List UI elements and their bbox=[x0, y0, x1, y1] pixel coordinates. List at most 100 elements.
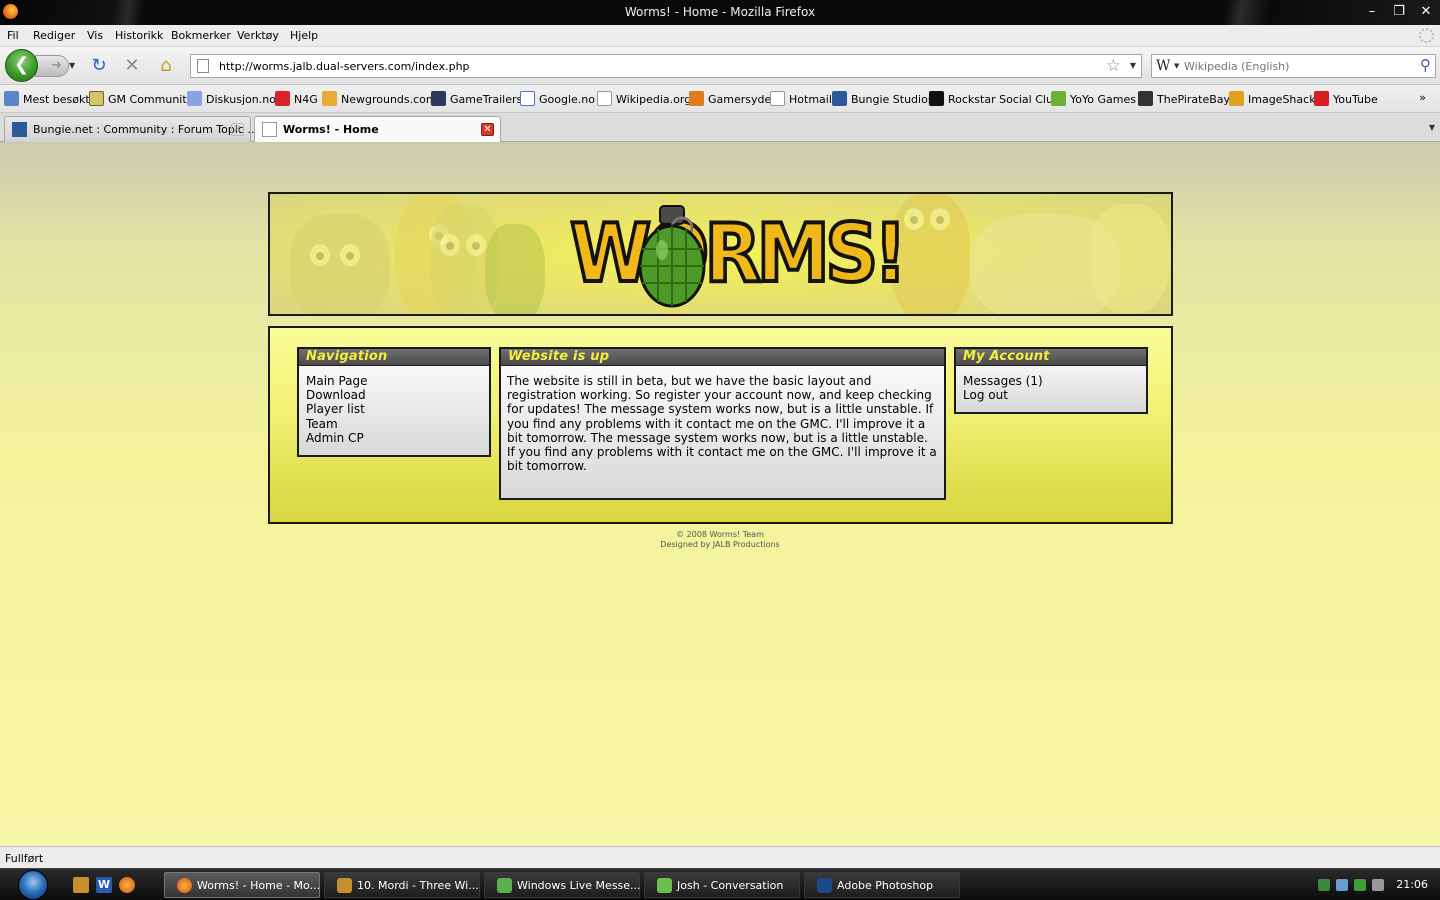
wikipedia-engine-icon[interactable]: W bbox=[1156, 58, 1170, 74]
history-dropdown-icon[interactable]: ▼ bbox=[69, 61, 75, 70]
bookmark-google[interactable]: Google.no bbox=[520, 91, 595, 107]
messenger-tray-icon[interactable] bbox=[1336, 879, 1348, 891]
maximize-button[interactable]: ❐ bbox=[1389, 3, 1409, 21]
taskbar-button-firefox[interactable]: Worms! - Home - Mo... bbox=[164, 872, 320, 898]
tab-bungie[interactable]: Bungie.net : Community : Forum Topic ...… bbox=[4, 116, 258, 142]
bookmark-piratebay[interactable]: ThePirateBay bbox=[1138, 91, 1230, 107]
youtube-icon bbox=[1314, 91, 1329, 106]
address-bar[interactable]: http://worms.jalb.dual-servers.com/index… bbox=[190, 54, 1142, 78]
messenger-icon bbox=[497, 878, 512, 893]
bookmark-newgrounds[interactable]: Newgrounds.com bbox=[322, 91, 437, 107]
news-body: The website is still in beta, but we hav… bbox=[507, 374, 937, 474]
bookmark-gm-community[interactable]: GM Community bbox=[89, 91, 193, 107]
minimize-button[interactable]: – bbox=[1362, 3, 1382, 21]
menu-file[interactable]: Fil bbox=[7, 29, 19, 42]
winamp-icon[interactable] bbox=[73, 877, 89, 893]
rockstar-icon bbox=[929, 91, 944, 106]
worm-decoration bbox=[485, 224, 545, 314]
page-footer: © 2008 Worms! Team Designed by JALB Prod… bbox=[0, 530, 1440, 550]
tray-icon[interactable] bbox=[1318, 879, 1330, 891]
close-tab-icon[interactable]: ✕ bbox=[481, 123, 494, 136]
taskbar-button-winamp[interactable]: 10. Mordi - Three Wi... bbox=[324, 872, 480, 898]
logout-link[interactable]: Log out bbox=[963, 388, 1139, 402]
reload-icon[interactable]: ↻ bbox=[88, 55, 110, 77]
nav-link-download[interactable]: Download bbox=[306, 388, 482, 402]
taskbar-button-conversation[interactable]: Josh - Conversation bbox=[644, 872, 800, 898]
menu-tools[interactable]: Verktøy bbox=[237, 29, 279, 42]
footer-designer: Designed by JALB Productions bbox=[660, 540, 780, 549]
page-icon bbox=[197, 59, 209, 73]
stop-icon[interactable]: ✕ bbox=[121, 55, 143, 77]
url-dropdown-icon[interactable]: ▼ bbox=[1130, 61, 1136, 70]
forward-button[interactable]: ➜ bbox=[35, 55, 69, 77]
bookmark-imageshack[interactable]: ImageShack bbox=[1229, 91, 1316, 107]
tab-list-dropdown-icon[interactable]: ▼ bbox=[1429, 123, 1435, 132]
messages-link[interactable]: Messages (1) bbox=[963, 374, 1139, 388]
firefox-quicklaunch-icon[interactable] bbox=[119, 877, 135, 893]
tab-bar: Bungie.net : Community : Forum Topic ...… bbox=[0, 113, 1440, 142]
menu-view[interactable]: Vis bbox=[87, 29, 103, 42]
worms-logo: WORMS! bbox=[568, 204, 909, 309]
bookmark-most-visited[interactable]: Mest besøkt bbox=[4, 91, 90, 107]
close-tab-icon[interactable]: ✕ bbox=[231, 123, 244, 136]
clock[interactable]: 21:06 bbox=[1396, 878, 1428, 891]
nav-link-admin-cp[interactable]: Admin CP bbox=[306, 431, 482, 445]
home-icon[interactable]: ⌂ bbox=[155, 55, 177, 77]
back-button[interactable]: ❮ bbox=[5, 49, 38, 82]
newgrounds-icon bbox=[322, 91, 337, 106]
bookmark-bungie[interactable]: Bungie Studios bbox=[832, 91, 934, 107]
bookmarks-overflow-button[interactable]: » bbox=[1419, 91, 1426, 104]
word-icon[interactable]: W bbox=[96, 877, 112, 893]
network-icon[interactable] bbox=[1354, 879, 1366, 891]
bungie-icon bbox=[832, 91, 847, 106]
close-window-button[interactable]: ✕ bbox=[1416, 3, 1436, 21]
menu-bookmarks[interactable]: Bokmerker bbox=[171, 29, 231, 42]
n4g-icon bbox=[275, 91, 290, 106]
grenade-icon bbox=[638, 205, 706, 308]
taskbar-button-messenger[interactable]: Windows Live Messe... bbox=[484, 872, 641, 898]
bookmark-star-icon[interactable]: ☆ bbox=[1106, 56, 1121, 76]
volume-icon[interactable] bbox=[1372, 879, 1384, 891]
search-input[interactable] bbox=[1184, 58, 1404, 75]
bookmark-gamersyde[interactable]: Gamersyde bbox=[689, 91, 771, 107]
worm-decoration bbox=[1090, 204, 1170, 314]
search-bar[interactable]: W ▼ ⚲ bbox=[1151, 54, 1436, 78]
taskbar-button-photoshop[interactable]: Adobe Photoshop bbox=[804, 872, 960, 898]
page-tab-icon bbox=[262, 122, 277, 137]
start-button[interactable] bbox=[18, 870, 48, 900]
site-banner: WORMS! bbox=[268, 192, 1173, 316]
gm-icon bbox=[89, 91, 104, 106]
footer-copyright: © 2008 Worms! Team bbox=[676, 530, 764, 539]
nav-link-main-page[interactable]: Main Page bbox=[306, 374, 482, 388]
window-title: Worms! - Home - Mozilla Firefox bbox=[624, 5, 816, 19]
search-icon[interactable]: ⚲ bbox=[1420, 56, 1431, 74]
conversation-icon bbox=[657, 878, 672, 893]
nav-link-team[interactable]: Team bbox=[306, 417, 482, 431]
url-text[interactable]: http://worms.jalb.dual-servers.com/index… bbox=[219, 60, 470, 73]
status-text: Fullført bbox=[5, 852, 44, 865]
bookmarks-toolbar: Mest besøkt GM Community Diskusjon.no N4… bbox=[0, 85, 1440, 113]
bookmark-wikipedia[interactable]: Wikipedia.org bbox=[597, 91, 691, 107]
bookmark-youtube[interactable]: YouTube bbox=[1314, 91, 1378, 107]
menu-history[interactable]: Historikk bbox=[115, 29, 163, 42]
page-content: WORMS! Navigation Main Page Download Pla… bbox=[0, 142, 1440, 846]
bookmark-hotmail[interactable]: Hotmail bbox=[770, 91, 832, 107]
navigation-toolbar: ➜ ❮ ▼ ↻ ✕ ⌂ http://worms.jalb.dual-serve… bbox=[0, 47, 1440, 85]
menu-bar: Fil Rediger Vis Historikk Bokmerker Verk… bbox=[0, 25, 1440, 47]
bookmark-diskusjon[interactable]: Diskusjon.no bbox=[187, 91, 276, 107]
bookmark-n4g[interactable]: N4G bbox=[275, 91, 318, 107]
bookmark-rockstar[interactable]: Rockstar Social Club bbox=[929, 91, 1060, 107]
account-panel: My Account Messages (1) Log out bbox=[954, 347, 1148, 414]
imageshack-icon bbox=[1229, 91, 1244, 106]
tab-worms-home[interactable]: Worms! - Home ✕ bbox=[254, 116, 501, 142]
wikipedia-icon bbox=[597, 91, 612, 106]
back-forward-group: ➜ ❮ ▼ bbox=[5, 49, 80, 82]
news-title: Website is up bbox=[501, 349, 944, 366]
navigation-title: Navigation bbox=[299, 349, 489, 366]
bookmark-gametrailers[interactable]: GameTrailers bbox=[431, 91, 522, 107]
engine-dropdown-icon[interactable]: ▼ bbox=[1174, 62, 1179, 70]
nav-link-player-list[interactable]: Player list bbox=[306, 402, 482, 416]
menu-edit[interactable]: Rediger bbox=[33, 29, 75, 42]
bookmark-yoyo[interactable]: YoYo Games bbox=[1051, 91, 1136, 107]
menu-help[interactable]: Hjelp bbox=[290, 29, 318, 42]
